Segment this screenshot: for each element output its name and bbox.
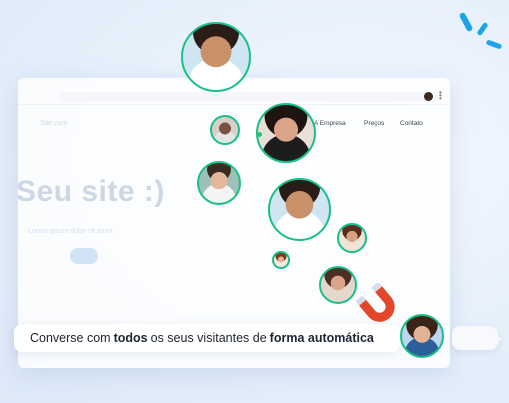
visitor-avatar bbox=[197, 161, 241, 205]
chat-text-1: Converse com bbox=[30, 331, 111, 345]
visitor-avatar bbox=[337, 223, 367, 253]
chat-message-bar: Converse com todos os seus visitantes de… bbox=[14, 324, 400, 352]
hero-cta-button[interactable] bbox=[70, 248, 98, 264]
chat-text-2: os seus visitantes de bbox=[150, 331, 267, 345]
nav-item-empresa[interactable]: A Empresa bbox=[314, 120, 346, 127]
magnet-icon bbox=[356, 283, 395, 322]
profile-avatar[interactable] bbox=[424, 92, 433, 101]
chat-bold-1: todos bbox=[113, 331, 148, 345]
visitor-avatar bbox=[181, 22, 251, 92]
visitor-avatar bbox=[210, 115, 240, 145]
nav-item-precos[interactable]: Preços bbox=[364, 120, 384, 127]
hero-headline: Seu site :) bbox=[16, 175, 165, 208]
hero-subtext: Lorem ipsum dolor sit amet. bbox=[28, 228, 115, 235]
online-indicator bbox=[257, 132, 262, 137]
visitor-avatar bbox=[319, 266, 357, 304]
visitor-avatar bbox=[256, 103, 316, 163]
visitor-avatar bbox=[272, 251, 290, 269]
site-logo: Site.com bbox=[40, 120, 68, 127]
chat-placeholder-pill bbox=[452, 326, 502, 350]
address-bar[interactable] bbox=[58, 92, 438, 102]
agent-avatar[interactable] bbox=[400, 314, 444, 358]
visitor-avatar bbox=[268, 178, 331, 241]
ellipsis-menu-icon[interactable]: • • • bbox=[439, 89, 442, 103]
chat-bold-2: forma automática bbox=[269, 331, 374, 345]
nav-item-contato[interactable]: Contato bbox=[400, 120, 423, 127]
